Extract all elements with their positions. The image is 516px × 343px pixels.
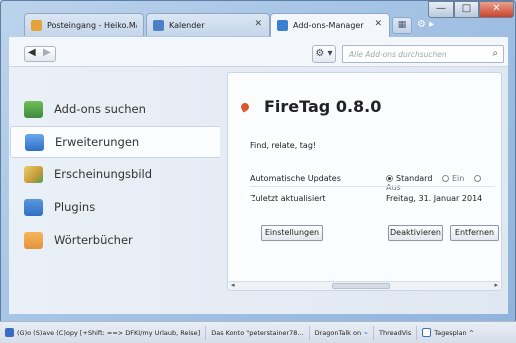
calendar-icon — [422, 328, 432, 337]
tools-menu-button[interactable]: ⚙ ▾ — [312, 45, 336, 63]
automatic-updates-label: Automatische Updates — [250, 174, 341, 183]
minimize-icon: — — [436, 3, 446, 14]
status-text: Das Konto "peterstainer78... — [211, 328, 304, 337]
search-placeholder: Alle Add-ons durchsuchen — [349, 50, 447, 59]
status-tagesplan[interactable]: Tagesplan ^ — [417, 326, 479, 340]
status-bar: (G)o (S)ave (C)opy [+Shift: ==> DFKI/my … — [0, 321, 516, 343]
settings-button[interactable]: Einstellungen — [261, 225, 323, 241]
sidebar-item-plugins[interactable]: Plugins — [10, 191, 220, 223]
sidebar-item-addons-suchen[interactable]: Add-ons suchen — [10, 93, 220, 125]
status-text: ThreadVis — [379, 328, 412, 337]
horizontal-scrollbar[interactable]: ◂ ▸ — [229, 281, 500, 290]
tab-list-icon: ▦ — [397, 20, 407, 30]
search-icon: ⌕ — [492, 48, 498, 59]
status-text: Tagesplan ^ — [434, 328, 475, 337]
puzzle-icon — [277, 20, 288, 31]
tab-list-button[interactable]: ▦ — [392, 17, 412, 34]
disable-button[interactable]: Deaktivieren — [388, 225, 443, 241]
radio-icon — [441, 175, 449, 182]
back-icon[interactable]: ◀ — [28, 47, 36, 58]
tab-label: Add-ons-Manager — [293, 21, 364, 30]
close-icon: ✕ — [492, 3, 501, 14]
scrollbar-thumb[interactable] — [332, 283, 390, 289]
close-tab-icon[interactable]: ✕ — [374, 19, 382, 29]
last-updated-value: Freitag, 31. Januar 2014 — [386, 194, 483, 203]
automatic-updates-options: Standard Ein Aus — [386, 174, 501, 192]
sidebar-item-label: Erweiterungen — [55, 135, 140, 149]
puzzle-icon — [25, 133, 44, 151]
divider — [250, 186, 495, 187]
scroll-right-icon[interactable]: ▸ — [494, 281, 498, 289]
search-input[interactable]: Alle Add-ons durchsuchen ⌕ — [342, 45, 504, 63]
close-tab-icon[interactable]: ✕ — [254, 19, 262, 29]
update-option-ein[interactable]: Ein — [441, 174, 465, 183]
dragon-icon: ⌁ — [364, 328, 369, 337]
tab-label: Kalender — [169, 20, 205, 30]
status-threadvis[interactable]: ThreadVis — [374, 325, 418, 340]
tab-label: Posteingang - Heiko.Maus... — [47, 20, 137, 30]
radio-icon — [473, 175, 481, 182]
tab-kalender[interactable]: Kalender ✕ — [146, 13, 270, 36]
update-option-standard[interactable]: Standard — [386, 174, 432, 183]
mail-icon — [31, 19, 42, 31]
sidebar-item-label: Erscheinungsbild — [54, 167, 153, 181]
sidebar-item-woerterbuecher[interactable]: Wörterbücher — [10, 224, 220, 256]
sidebar-item-label: Add-ons suchen — [54, 102, 146, 116]
radio-checked-icon — [386, 175, 393, 182]
scroll-left-icon[interactable]: ◂ — [231, 281, 235, 289]
status-text: DragonTalk on — [314, 328, 362, 337]
addon-detail-pane: FireTag 0.8.0 Find, relate, tag! Automat… — [227, 72, 502, 291]
status-text: (G)o (S)ave (C)opy [+Shift: ==> DFKI/my … — [17, 328, 201, 337]
tab-addons-manager[interactable]: Add-ons-Manager ✕ — [270, 13, 390, 37]
status-account: Das Konto "peterstainer78... — [206, 325, 310, 340]
firetag-icon — [239, 101, 251, 113]
remove-button[interactable]: Entfernen — [450, 225, 499, 241]
status-dragontalk[interactable]: DragonTalk on ⌁ — [310, 325, 375, 340]
close-window-button[interactable]: ✕ — [479, 1, 514, 18]
nav-buttons[interactable]: ◀ ▶ — [24, 46, 56, 62]
last-updated-label: Zuletzt aktualisiert — [250, 194, 326, 203]
maximize-icon: □ — [461, 3, 472, 14]
tab-posteingang[interactable]: Posteingang - Heiko.Maus... — [24, 13, 144, 36]
sidebar-item-label: Plugins — [54, 200, 96, 214]
plugin-icon — [24, 198, 43, 216]
radio-label: Standard — [396, 174, 433, 183]
addon-description: Find, relate, tag! — [250, 141, 317, 150]
download-icon — [24, 100, 43, 118]
radio-label: Aus — [386, 183, 401, 192]
sidebar-item-erweiterungen[interactable]: Erweiterungen — [10, 126, 220, 158]
gear-icon: ⚙ ▾ — [315, 48, 333, 59]
calendar-icon — [153, 19, 164, 31]
radio-label: Ein — [451, 174, 465, 183]
minimize-button[interactable]: — — [428, 1, 454, 18]
paintbrush-icon — [24, 165, 43, 183]
forward-icon[interactable]: ▶ — [43, 47, 51, 58]
dictionary-icon — [24, 231, 43, 249]
sidebar-item-erscheinungsbild[interactable]: Erscheinungsbild — [10, 158, 220, 190]
dfki-icon — [5, 328, 14, 337]
maximize-button[interactable]: □ — [454, 1, 479, 18]
status-go-save-copy[interactable]: (G)o (S)ave (C)opy [+Shift: ==> DFKI/my … — [0, 325, 207, 340]
addon-name: FireTag 0.8.0 — [264, 97, 382, 116]
sidebar-item-label: Wörterbücher — [54, 233, 133, 247]
tools-icon[interactable]: ⚙ ▸ — [417, 19, 434, 30]
